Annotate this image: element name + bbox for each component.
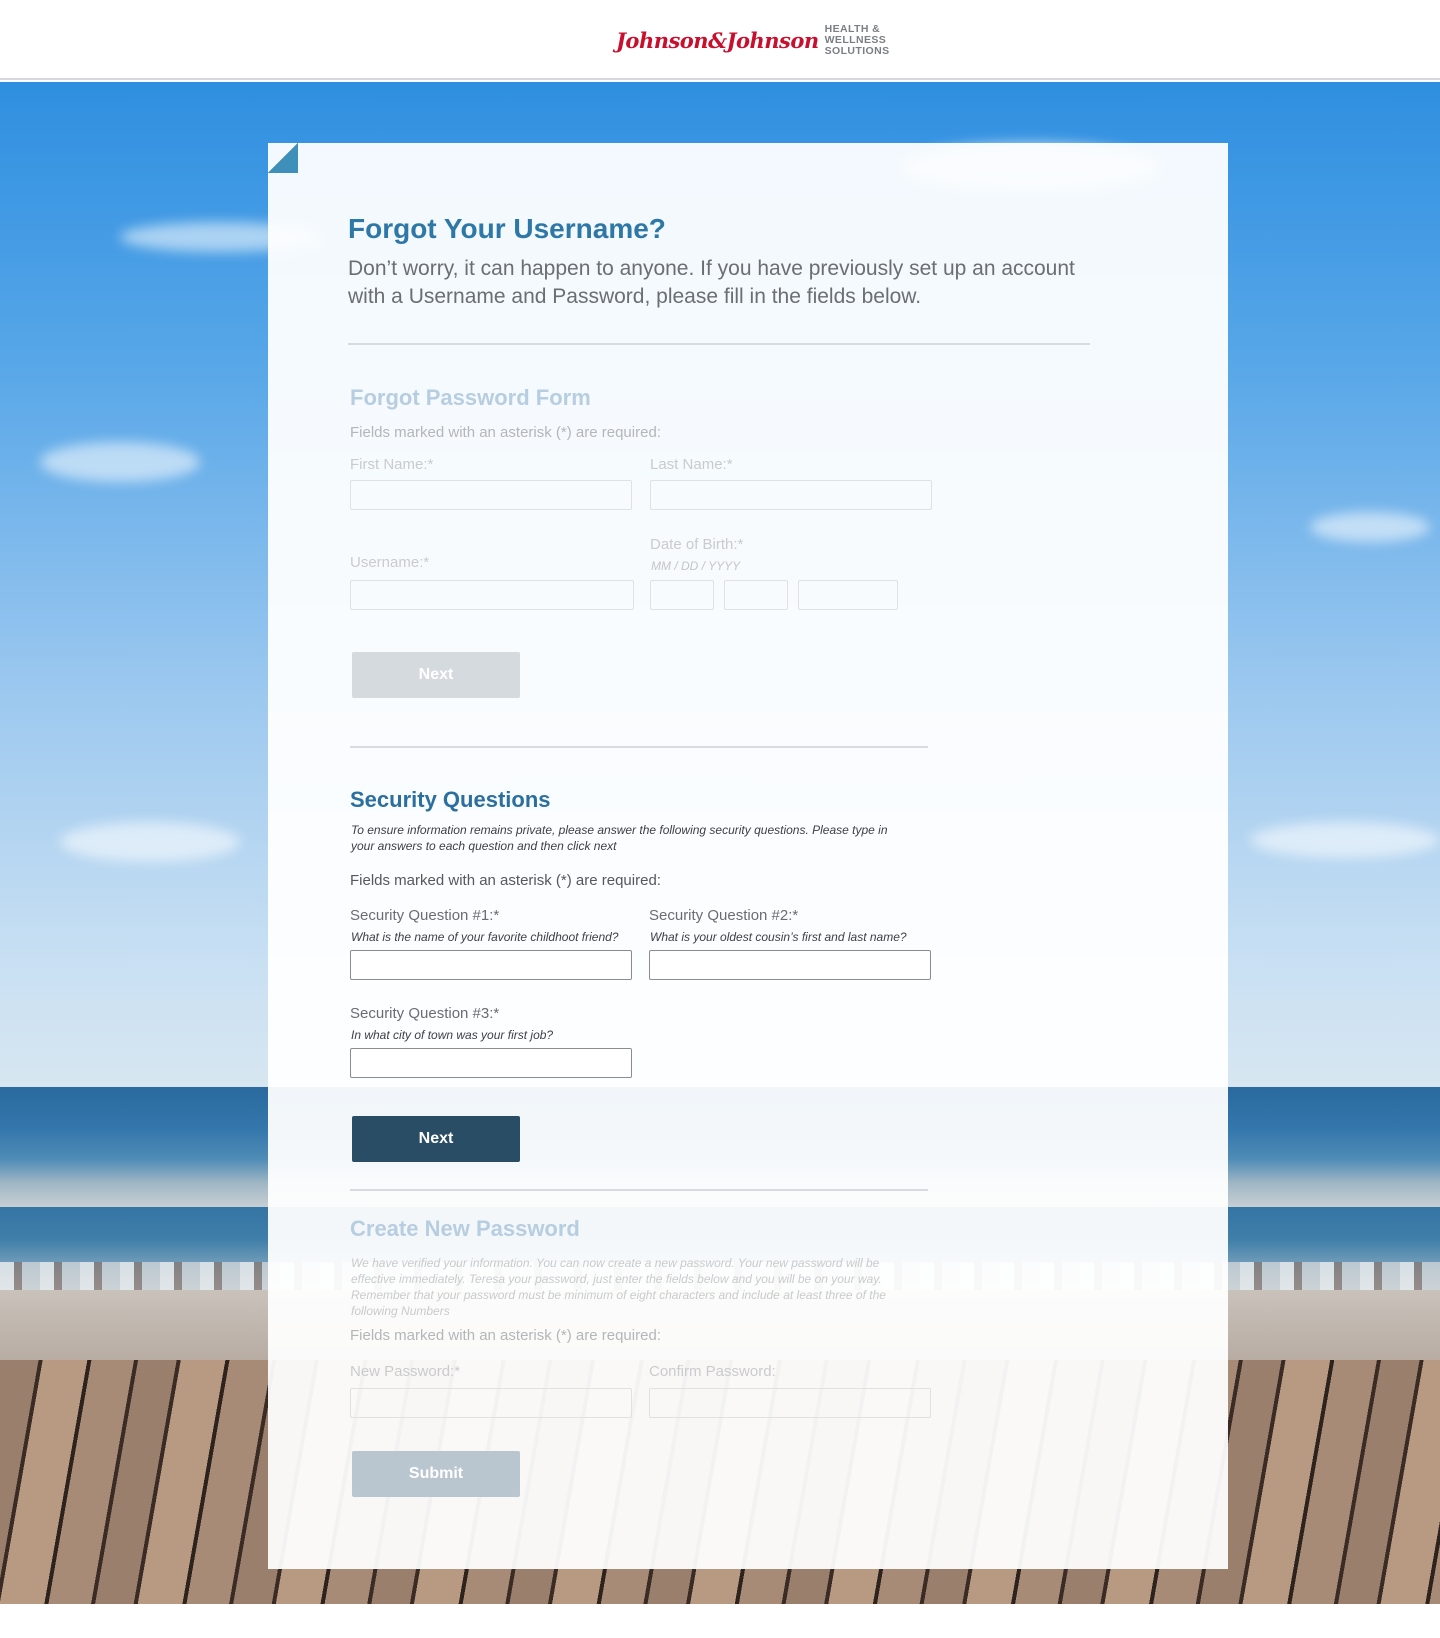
username-label: Username:*: [350, 554, 430, 571]
forgot-form-required-note: Fields marked with an asterisk (*) are r…: [350, 424, 661, 441]
last-name-label: Last Name:*: [650, 456, 733, 473]
last-name-input[interactable]: [650, 480, 932, 510]
submit-button[interactable]: Submit: [352, 1451, 520, 1497]
forgot-form-next-button[interactable]: Next: [352, 652, 520, 698]
confirm-password-label: Confirm Password:: [649, 1363, 776, 1380]
security-question-1-text: What is the name of your favorite childh…: [351, 930, 619, 944]
dob-label: Date of Birth:*: [650, 536, 744, 553]
dob-month-input[interactable]: [650, 580, 714, 610]
card-corner-fold: [268, 143, 298, 173]
security-question-3-label: Security Question #3:*: [350, 1005, 500, 1022]
create-password-title: Create New Password: [350, 1216, 580, 1241]
page-intro: Don’t worry, it can happen to anyone. If…: [348, 257, 1075, 308]
new-password-input[interactable]: [350, 1388, 632, 1418]
create-password-description: We have verified your information. You c…: [351, 1256, 886, 1318]
security-question-3-text: In what city of town was your first job?: [351, 1028, 554, 1042]
security-question-1-label: Security Question #1:*: [350, 907, 500, 924]
security-answer-1-input[interactable]: [350, 950, 632, 980]
dob-year-input[interactable]: [798, 580, 898, 610]
brand-logo[interactable]: Johnson&Johnson HEALTH & WELLNESS SOLUTI…: [616, 24, 889, 57]
divider: [350, 1189, 928, 1191]
username-input[interactable]: [350, 580, 634, 610]
security-questions-description: To ensure information remains private, p…: [351, 823, 888, 853]
security-next-button[interactable]: Next: [352, 1116, 520, 1162]
security-questions-title: Security Questions: [350, 787, 551, 812]
page-title: Forgot Your Username?: [348, 213, 666, 244]
new-password-label: New Password:*: [350, 1363, 461, 1380]
divider: [350, 746, 928, 748]
security-answer-2-input[interactable]: [649, 950, 931, 980]
logo-wordmark: Johnson&Johnson: [616, 28, 819, 53]
create-password-required-note: Fields marked with an asterisk (*) are r…: [350, 1327, 661, 1344]
form-card: [268, 143, 1228, 1569]
dob-format-hint: MM / DD / YYYY: [651, 559, 741, 573]
security-required-note: Fields marked with an asterisk (*) are r…: [350, 872, 661, 889]
first-name-label: First Name:*: [350, 456, 434, 473]
confirm-password-input[interactable]: [649, 1388, 931, 1418]
logo-tagline: HEALTH & WELLNESS SOLUTIONS: [824, 23, 890, 57]
divider: [348, 343, 1090, 345]
security-answer-3-input[interactable]: [350, 1048, 632, 1078]
forgot-form-title: Forgot Password Form: [350, 385, 591, 410]
security-question-2-label: Security Question #2:*: [649, 907, 799, 924]
security-question-2-text: What is your oldest cousin’s first and l…: [650, 930, 907, 944]
site-header: Johnson&Johnson HEALTH & WELLNESS SOLUTI…: [0, 0, 1440, 80]
first-name-input[interactable]: [350, 480, 632, 510]
dob-day-input[interactable]: [724, 580, 788, 610]
